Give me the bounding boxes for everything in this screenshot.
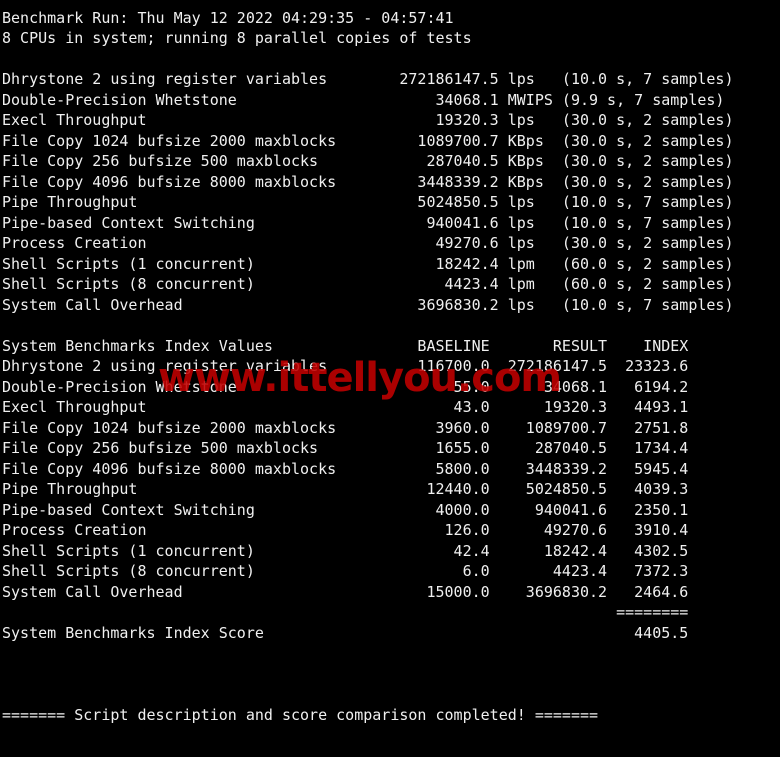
terminal-scroll-buffer: ----------------------------------------… [0,0,780,725]
result-row: Double-Precision Whetstone 34068.1 MWIPS… [2,90,725,109]
index-row: Pipe-based Context Switching 4000.0 9400… [2,500,689,519]
index-row: File Copy 1024 bufsize 2000 maxblocks 39… [2,418,689,437]
index-row: Shell Scripts (8 concurrent) 6.0 4423.4 … [2,562,689,580]
result-row: Pipe Throughput 5024850.5 lps (10.0 s, 7… [2,193,734,211]
index-row: Dhrystone 2 using register variables 116… [2,357,689,375]
result-row: File Copy 4096 bufsize 8000 maxblocks 34… [2,172,734,191]
index-row: Pipe Throughput 12440.0 5024850.5 4039.3 [2,480,689,498]
result-row: Execl Throughput 19320.3 lps (30.0 s, 2 … [2,111,734,129]
index-row: Double-Precision Whetstone 55.0 34068.1 … [2,377,689,396]
index-row: Process Creation 126.0 49270.6 3910.4 [2,521,689,539]
result-row: File Copy 256 bufsize 500 maxblocks 2870… [2,152,734,170]
top-rule: ----------------------------------------… [0,0,780,8]
index-row: File Copy 256 bufsize 500 maxblocks 1655… [2,439,689,457]
result-row: Shell Scripts (8 concurrent) 4423.4 lpm … [2,275,734,293]
benchmark-run-line: Benchmark Run: Thu May 12 2022 04:29:35 … [2,8,454,27]
index-row: System Call Overhead 15000.0 3696830.2 2… [2,582,689,601]
terminal-window[interactable]: ----------------------------------------… [0,0,780,757]
score-separator: ======== [2,603,689,621]
result-row: Process Creation 49270.6 lps (30.0 s, 2 … [2,234,734,252]
result-row: Pipe-based Context Switching 940041.6 lp… [2,213,734,232]
result-row: Dhrystone 2 using register variables 272… [2,70,734,88]
index-score-row: System Benchmarks Index Score 4405.5 [2,623,689,642]
index-row: Shell Scripts (1 concurrent) 42.4 18242.… [2,541,689,560]
cpu-info-line: 8 CPUs in system; running 8 parallel cop… [2,29,472,47]
index-row: Execl Throughput 43.0 19320.3 4493.1 [2,398,689,416]
result-row: File Copy 1024 bufsize 2000 maxblocks 10… [2,131,734,150]
result-row: Shell Scripts (1 concurrent) 18242.4 lpm… [2,254,734,273]
index-table-header: System Benchmarks Index Values BASELINE … [2,336,689,355]
completion-line: ======= Script description and score com… [2,705,599,724]
index-row: File Copy 4096 bufsize 8000 maxblocks 58… [2,459,689,478]
result-row: System Call Overhead 3696830.2 lps (10.0… [2,295,734,314]
